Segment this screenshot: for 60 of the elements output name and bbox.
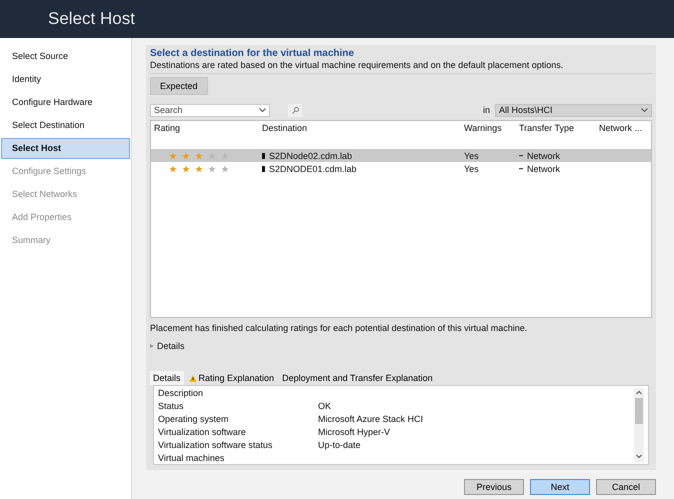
dash-icon — [519, 168, 523, 170]
property-value: OK — [318, 401, 332, 413]
property-name: Virtual machines — [158, 453, 226, 465]
wizard-step[interactable]: Configure Hardware — [1, 92, 130, 113]
search-button[interactable] — [288, 104, 302, 116]
property-name: Virtualization software status — [158, 440, 274, 452]
empty-star-icon — [208, 164, 216, 172]
table-cell: Network — [527, 164, 560, 174]
scope-label: in — [482, 105, 490, 115]
empty-star-icon — [221, 164, 229, 172]
property-name: Description — [158, 388, 204, 400]
scope-dropdown[interactable]: All Hosts\HCI — [495, 104, 652, 116]
wizard-button[interactable]: Previous — [464, 479, 524, 495]
property-value: Microsoft Azure Stack HCI — [318, 414, 424, 426]
table-cell: S2DNode02.cdm.lab — [269, 150, 352, 160]
property-name: Operating system — [158, 414, 230, 426]
table-cell-text: Yes — [464, 150, 480, 160]
column-header[interactable]: Network ... — [599, 123, 651, 133]
table-cell: Network — [527, 150, 560, 160]
wizard-step[interactable]: Select Destination — [1, 115, 130, 136]
table-cell: S2DNODE01.cdm.lab — [269, 164, 357, 174]
table-row[interactable]: S2DNODE01.cdm.lab Yes Network — [151, 162, 651, 175]
property-name: Status — [158, 401, 185, 413]
search-field[interactable]: Search — [150, 104, 270, 116]
chevron-down-icon — [259, 108, 266, 112]
wizard-button[interactable]: Cancel — [596, 479, 656, 495]
details-tab[interactable]: Details — [150, 371, 184, 385]
expected-button[interactable]: Expected — [150, 77, 208, 95]
column-header[interactable]: Destination — [262, 123, 464, 133]
expand-icon — [150, 344, 154, 348]
section-heading: Select a destination for the virtual machine — [150, 48, 355, 59]
warning-icon — [188, 374, 197, 382]
search-icon — [292, 106, 298, 114]
filled-star-icon — [195, 152, 203, 160]
filled-star-icon — [169, 152, 177, 160]
window-title: Select Host — [48, 9, 135, 29]
details-tab[interactable]: Deployment and Transfer Explanation — [279, 371, 436, 385]
filled-star-icon — [169, 164, 177, 172]
description-text: Destinations are rated based on the virtual machine requirements and on the default placement options. — [150, 60, 652, 74]
property-value: Microsoft Hyper-V — [318, 427, 392, 439]
table-cell-text: Yes — [464, 164, 480, 174]
filled-star-icon — [195, 164, 203, 172]
wizard-step[interactable]: Identity — [1, 69, 130, 90]
filled-star-icon — [182, 164, 190, 172]
wizard-button[interactable]: Next — [530, 479, 590, 495]
table-row[interactable]: S2DNode02.cdm.lab Yes Network — [151, 149, 651, 162]
column-header[interactable]: Warnings — [464, 123, 519, 133]
filled-star-icon — [182, 152, 190, 160]
chevron-down-icon — [641, 108, 648, 112]
details-tab[interactable]: Rating Explanation — [186, 371, 278, 385]
wizard-step[interactable]: Select Source — [1, 46, 130, 67]
dash-icon — [519, 154, 523, 156]
property-value: Up-to-date — [318, 440, 362, 452]
column-header[interactable]: Transfer Type — [519, 123, 599, 133]
scope-value: All Hosts\HCI — [499, 105, 553, 115]
status-message: Placement has finished calculating ratings for each potential destination of this virtual machine. — [150, 323, 528, 333]
property-name: Virtualization software — [158, 427, 247, 439]
details-expander[interactable]: Details — [150, 341, 652, 351]
wizard-step[interactable]: Select Host — [1, 138, 130, 159]
column-header[interactable]: Rating — [154, 123, 262, 133]
